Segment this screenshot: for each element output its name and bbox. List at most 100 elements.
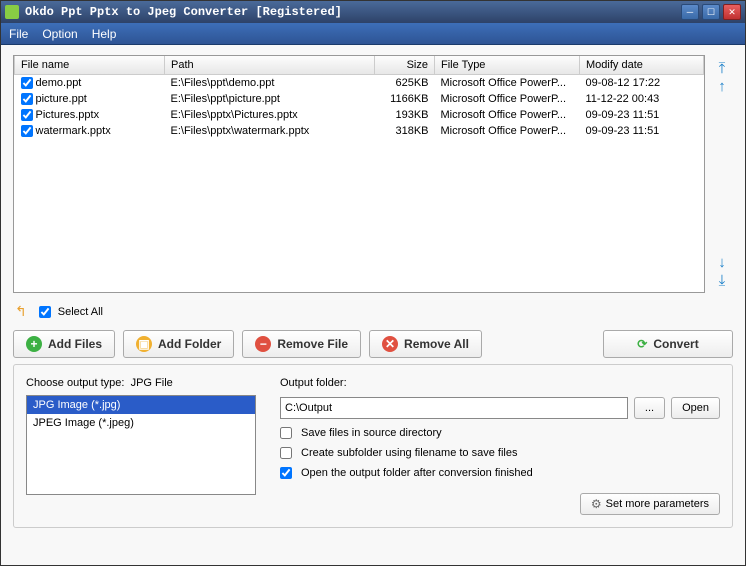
folder-icon: ▣ xyxy=(136,336,152,352)
file-path: E:\Files\pptx\Pictures.pptx xyxy=(165,107,375,123)
move-top-button[interactable]: ⤒ xyxy=(713,59,731,77)
window-controls: ─ ☐ ✕ xyxy=(681,4,741,20)
output-type-listbox[interactable]: JPG Image (*.jpg) JPEG Image (*.jpeg) xyxy=(26,395,256,495)
file-modify: 09-08-12 17:22 xyxy=(580,75,704,92)
file-type: Microsoft Office PowerP... xyxy=(435,107,580,123)
create-subfolder-label: Create subfolder using filename to save … xyxy=(301,447,517,459)
remove-all-button[interactable]: ✕ Remove All xyxy=(369,330,482,358)
menu-option[interactable]: Option xyxy=(42,27,77,41)
file-type: Microsoft Office PowerP... xyxy=(435,91,580,107)
col-name[interactable]: File name xyxy=(15,56,165,75)
output-folder-input[interactable] xyxy=(280,397,628,419)
open-folder-button[interactable]: Open xyxy=(671,397,720,419)
row-checkbox[interactable] xyxy=(21,109,33,121)
select-all-checkbox[interactable] xyxy=(39,306,51,318)
close-button[interactable]: ✕ xyxy=(723,4,741,20)
table-row[interactable]: demo.ppt E:\Files\ppt\demo.ppt625KBMicros… xyxy=(15,75,704,92)
more-params-button[interactable]: ⚙ Set more parameters xyxy=(580,493,720,515)
open-after-label: Open the output folder after conversion … xyxy=(301,467,533,479)
table-row[interactable]: picture.ppt E:\Files\ppt\picture.ppt1166K… xyxy=(15,91,704,107)
file-name: watermark.pptx xyxy=(36,125,111,137)
table-row[interactable]: watermark.pptx E:\Files\pptx\watermark.pp… xyxy=(15,123,704,139)
convert-icon: ⟳ xyxy=(637,337,647,351)
menu-file[interactable]: File xyxy=(9,27,28,41)
file-table: File name Path Size File Type Modify dat… xyxy=(14,56,704,139)
file-size: 625KB xyxy=(375,75,435,92)
up-level-icon[interactable]: ↰ xyxy=(15,303,27,320)
minus-icon: − xyxy=(255,336,271,352)
list-item[interactable]: JPG Image (*.jpg) xyxy=(27,396,255,414)
menubar: File Option Help xyxy=(1,23,745,45)
move-down-button[interactable]: ↓ xyxy=(713,253,731,271)
window-title: Okdo Ppt Pptx to Jpeg Converter [Registe… xyxy=(25,5,681,19)
convert-label: Convert xyxy=(653,337,698,351)
titlebar: Okdo Ppt Pptx to Jpeg Converter [Registe… xyxy=(1,1,745,23)
file-size: 318KB xyxy=(375,123,435,139)
move-up-button[interactable]: ↑ xyxy=(713,77,731,95)
col-type[interactable]: File Type xyxy=(435,56,580,75)
convert-button[interactable]: ⟳ Convert xyxy=(603,330,733,358)
option-create-subfolder: Create subfolder using filename to save … xyxy=(280,447,720,459)
table-row[interactable]: Pictures.pptx E:\Files\pptx\Pictures.pptx… xyxy=(15,107,704,123)
file-name: Pictures.pptx xyxy=(36,109,100,121)
add-folder-label: Add Folder xyxy=(158,337,221,351)
row-checkbox[interactable] xyxy=(21,125,33,137)
save-source-label: Save files in source directory xyxy=(301,427,442,439)
file-modify: 09-09-23 11:51 xyxy=(580,123,704,139)
app-icon xyxy=(5,5,19,19)
plus-icon: + xyxy=(26,336,42,352)
add-files-button[interactable]: + Add Files xyxy=(13,330,115,358)
output-type-col: Choose output type: JPG File JPG Image (… xyxy=(26,377,256,515)
file-table-container: File name Path Size File Type Modify dat… xyxy=(13,55,705,293)
file-name: demo.ppt xyxy=(36,77,82,89)
app-window: Okdo Ppt Pptx to Jpeg Converter [Registe… xyxy=(0,0,746,566)
file-type: Microsoft Office PowerP... xyxy=(435,75,580,92)
file-path: E:\Files\ppt\picture.ppt xyxy=(165,91,375,107)
file-name: picture.ppt xyxy=(36,93,87,105)
content-area: File name Path Size File Type Modify dat… xyxy=(1,45,745,565)
file-path: E:\Files\pptx\watermark.pptx xyxy=(165,123,375,139)
open-after-checkbox[interactable] xyxy=(280,467,292,479)
col-modify[interactable]: Modify date xyxy=(580,56,704,75)
file-size: 193KB xyxy=(375,107,435,123)
move-bottom-button[interactable]: ⤓ xyxy=(713,271,731,289)
list-item[interactable]: JPEG Image (*.jpeg) xyxy=(27,414,255,432)
x-icon: ✕ xyxy=(382,336,398,352)
output-folder-col: Output folder: ... Open Save files in so… xyxy=(280,377,720,515)
gear-icon: ⚙ xyxy=(591,497,602,511)
file-type: Microsoft Office PowerP... xyxy=(435,123,580,139)
output-folder-row: ... Open xyxy=(280,397,720,419)
col-path[interactable]: Path xyxy=(165,56,375,75)
action-toolbar: + Add Files ▣ Add Folder −Remove File ✕ Rem… xyxy=(13,330,733,358)
col-size[interactable]: Size xyxy=(375,56,435,75)
remove-all-label: Remove All xyxy=(404,337,469,351)
file-path: E:\Files\ppt\demo.ppt xyxy=(165,75,375,92)
file-modify: 09-09-23 11:51 xyxy=(580,107,704,123)
output-type-label: Choose output type: JPG File xyxy=(26,377,256,389)
menu-help[interactable]: Help xyxy=(92,27,117,41)
create-subfolder-checkbox[interactable] xyxy=(280,447,292,459)
file-list-area: File name Path Size File Type Modify dat… xyxy=(13,55,733,293)
row-checkbox[interactable] xyxy=(21,93,33,105)
row-checkbox[interactable] xyxy=(21,77,33,89)
select-all-row: ↰ Select All xyxy=(13,299,733,324)
file-size: 1166KB xyxy=(375,91,435,107)
remove-file-button[interactable]: −Remove File xyxy=(242,330,361,358)
table-header-row: File name Path Size File Type Modify dat… xyxy=(15,56,704,75)
add-files-label: Add Files xyxy=(48,337,102,351)
remove-file-label: Remove File xyxy=(277,337,348,351)
select-all-label: Select All xyxy=(58,306,103,318)
browse-button[interactable]: ... xyxy=(634,397,665,419)
more-params-row: ⚙ Set more parameters xyxy=(280,493,720,515)
output-folder-label: Output folder: xyxy=(280,377,720,389)
save-source-checkbox[interactable] xyxy=(280,427,292,439)
reorder-buttons: ⤒ ↑ ↓ ⤓ xyxy=(711,55,733,293)
maximize-button[interactable]: ☐ xyxy=(702,4,720,20)
option-save-source: Save files in source directory xyxy=(280,427,720,439)
file-modify: 11-12-22 00:43 xyxy=(580,91,704,107)
minimize-button[interactable]: ─ xyxy=(681,4,699,20)
option-open-after: Open the output folder after conversion … xyxy=(280,467,720,479)
add-folder-button[interactable]: ▣ Add Folder xyxy=(123,330,234,358)
settings-panel: Choose output type: JPG File JPG Image (… xyxy=(13,364,733,528)
more-params-label: Set more parameters xyxy=(606,498,709,510)
